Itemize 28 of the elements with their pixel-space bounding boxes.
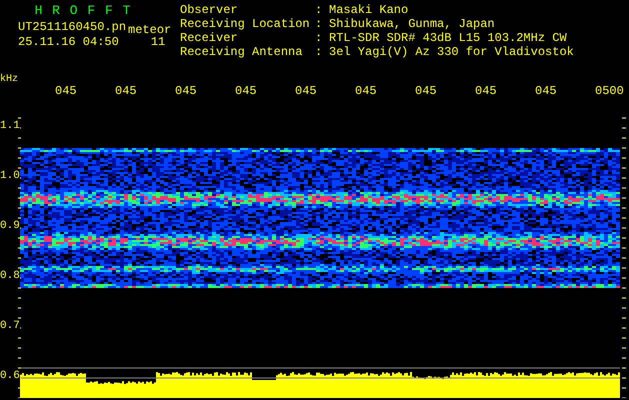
- date-time: 25.11.16 04:50: [18, 36, 119, 49]
- time-label: 045: [175, 84, 198, 98]
- time-label: 045: [235, 84, 258, 98]
- unit-label: kHz: [0, 74, 18, 85]
- count-label: 11: [150, 36, 166, 49]
- info-label: Receiver: [180, 32, 239, 46]
- info-value: Shibukawa, Gunma, Japan: [329, 18, 496, 32]
- info-label: Observer: [180, 4, 239, 18]
- time-label: 045: [295, 84, 318, 98]
- info-value: RTL-SDR SDR# 43dB L15 103.2MHz CW: [329, 32, 568, 46]
- time-label: 045: [355, 84, 378, 98]
- separator-colon: :: [315, 18, 324, 32]
- info-label: Receiving Antenna: [180, 46, 304, 60]
- info-label: Receiving Location: [180, 18, 311, 32]
- separator-colon: :: [315, 46, 324, 60]
- file-name: UT2511160450.pn: [18, 21, 126, 34]
- info-value: Masaki Kano: [329, 4, 410, 18]
- info-value: 3el Yagi(V) Az 330 for Vladivostok: [329, 46, 574, 60]
- separator-colon: :: [315, 4, 324, 18]
- time-label: 045: [535, 84, 558, 98]
- time-label: 045: [115, 84, 138, 98]
- separator-colon: :: [315, 32, 324, 46]
- app-title: H R O F F T: [34, 4, 132, 17]
- mode-label: meteor: [128, 24, 172, 37]
- time-label: 045: [475, 84, 498, 98]
- time-label: 0500: [595, 84, 624, 98]
- time-label: 045: [55, 84, 78, 98]
- time-label: 045: [415, 84, 438, 98]
